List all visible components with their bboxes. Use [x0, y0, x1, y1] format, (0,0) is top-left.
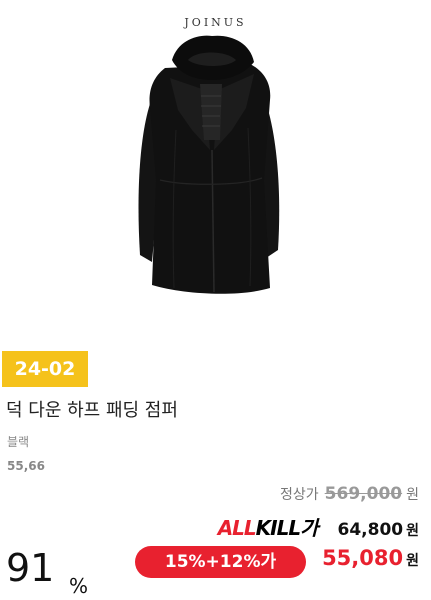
allkill-logo: ALLKILL가	[217, 512, 319, 541]
currency-unit: 원	[406, 523, 419, 539]
allkill-logo-part3: 가	[300, 516, 318, 540]
coupon-badge: 15%+12%가	[135, 546, 306, 578]
color-label: 블랙	[7, 435, 30, 449]
size-label: 55,66	[7, 459, 45, 473]
product-image[interactable]: JOINUS	[0, 0, 431, 340]
black-down-coat-image	[138, 35, 280, 294]
currency-unit: 원	[406, 487, 419, 503]
allkill-logo-part2: KILL	[255, 516, 301, 540]
brand-logo: JOINUS	[184, 16, 247, 29]
discount-rate: 91	[6, 546, 55, 590]
original-price: 569,000	[324, 484, 403, 504]
final-price: 55,080	[322, 546, 404, 570]
currency-unit: 원	[406, 553, 419, 569]
allkill-logo-part1: ALL	[217, 516, 257, 540]
original-price-label: 정상가	[280, 487, 319, 503]
final-price-row: 55,080 원	[322, 546, 419, 570]
allkill-price: 64,800	[337, 520, 404, 540]
allkill-price-row: ALLKILL가 64,800 원	[218, 512, 419, 541]
product-name[interactable]: 덕 다운 하프 패딩 점퍼	[6, 396, 178, 422]
original-price-row: 정상가 569,000 원	[280, 484, 419, 504]
percent-sign: %	[69, 574, 89, 598]
product-card[interactable]: JOINUS 24-02 덕 다운 하프 패딩 점퍼 블랙 55,66 정상가 …	[0, 0, 431, 600]
season-badge: 24-02	[2, 351, 88, 387]
